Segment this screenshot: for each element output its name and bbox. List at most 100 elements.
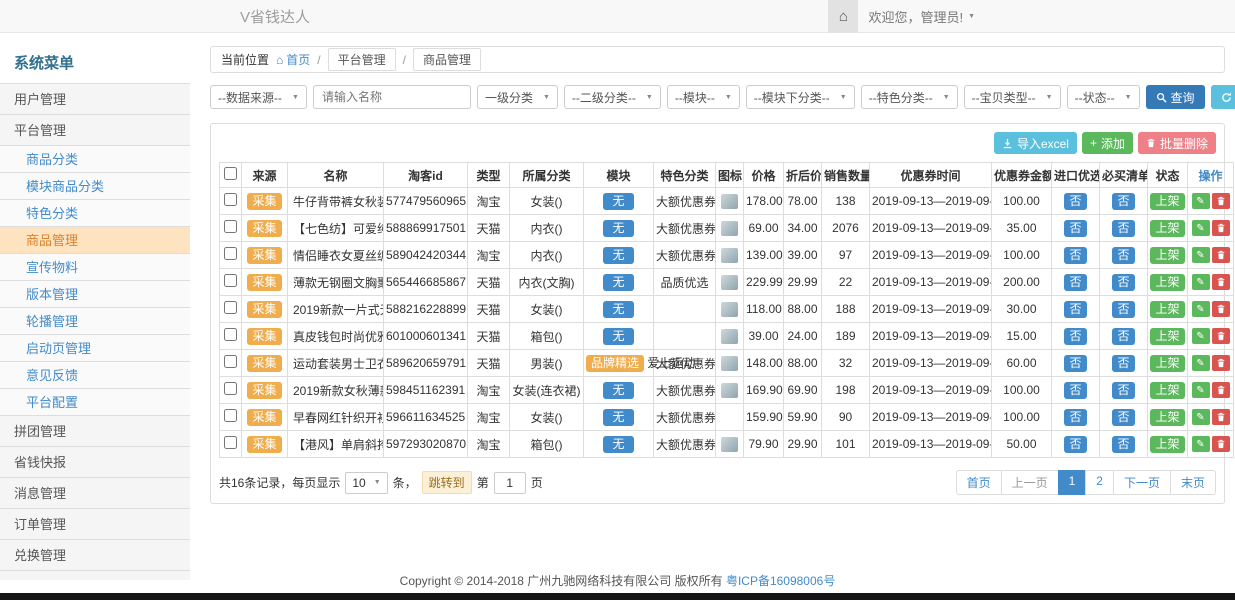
edit-button[interactable]: ✎ xyxy=(1192,247,1210,263)
must-buy-badge[interactable]: 否 xyxy=(1112,220,1134,237)
edit-button[interactable]: ✎ xyxy=(1192,355,1210,371)
status-select[interactable]: --状态--▼ xyxy=(1067,85,1140,109)
status-badge[interactable]: 上架 xyxy=(1150,220,1184,237)
jump-button[interactable]: 跳转到 xyxy=(422,471,472,494)
edit-button[interactable]: ✎ xyxy=(1192,301,1210,317)
row-checkbox[interactable] xyxy=(224,355,237,368)
sidebar-item-16[interactable]: 兑换管理 xyxy=(0,540,190,571)
delete-button[interactable] xyxy=(1212,220,1230,236)
sidebar-item-3[interactable]: 模块商品分类 xyxy=(0,173,190,200)
row-checkbox[interactable] xyxy=(224,220,237,233)
import-select-badge[interactable]: 否 xyxy=(1064,355,1086,372)
import-select-badge[interactable]: 否 xyxy=(1064,436,1086,453)
delete-button[interactable] xyxy=(1212,409,1230,425)
sidebar-item-6[interactable]: 宣传物料 xyxy=(0,254,190,281)
row-checkbox[interactable] xyxy=(224,436,237,449)
sidebar-item-10[interactable]: 意见反馈 xyxy=(0,362,190,389)
page-button-3[interactable]: 2 xyxy=(1085,470,1114,495)
sidebar-item-13[interactable]: 省钱快报 xyxy=(0,447,190,478)
select-all-checkbox[interactable] xyxy=(224,167,237,180)
delete-button[interactable] xyxy=(1212,436,1230,452)
import-select-badge[interactable]: 否 xyxy=(1064,328,1086,345)
page-button-1[interactable]: 上一页 xyxy=(1001,470,1059,495)
row-checkbox[interactable] xyxy=(224,247,237,260)
page-button-4[interactable]: 下一页 xyxy=(1113,470,1171,495)
delete-button[interactable] xyxy=(1212,328,1230,344)
status-badge[interactable]: 上架 xyxy=(1150,355,1184,372)
row-checkbox[interactable] xyxy=(224,301,237,314)
page-number-input[interactable] xyxy=(494,472,526,494)
breadcrumb-home-link[interactable]: ⌂ 首页 xyxy=(276,51,310,68)
import-excel-button[interactable]: 导入excel xyxy=(994,132,1077,154)
delete-button[interactable] xyxy=(1212,355,1230,371)
per-page-select[interactable]: 10 ▼ xyxy=(345,472,387,494)
status-badge[interactable]: 上架 xyxy=(1150,247,1184,264)
edit-button[interactable]: ✎ xyxy=(1192,220,1210,236)
delete-button[interactable] xyxy=(1212,301,1230,317)
level2-category-select[interactable]: --二级分类--▼ xyxy=(564,85,661,109)
home-button[interactable]: ⌂ xyxy=(828,0,858,33)
level1-category-select[interactable]: 一级分类▼ xyxy=(477,85,558,109)
must-buy-badge[interactable]: 否 xyxy=(1112,301,1134,318)
row-checkbox[interactable] xyxy=(224,274,237,287)
import-select-badge[interactable]: 否 xyxy=(1064,409,1086,426)
sidebar-item-5[interactable]: 商品管理 xyxy=(0,227,190,254)
edit-button[interactable]: ✎ xyxy=(1192,382,1210,398)
must-buy-badge[interactable]: 否 xyxy=(1112,382,1134,399)
edit-button[interactable]: ✎ xyxy=(1192,274,1210,290)
icp-link[interactable]: 粤ICP备16098006号 xyxy=(726,574,835,588)
data-source-select[interactable]: --数据来源--▼ xyxy=(210,85,307,109)
page-button-0[interactable]: 首页 xyxy=(956,470,1002,495)
import-select-badge[interactable]: 否 xyxy=(1064,247,1086,264)
must-buy-badge[interactable]: 否 xyxy=(1112,409,1134,426)
page-button-2[interactable]: 1 xyxy=(1058,470,1087,495)
import-select-badge[interactable]: 否 xyxy=(1064,274,1086,291)
delete-button[interactable] xyxy=(1212,382,1230,398)
import-select-badge[interactable]: 否 xyxy=(1064,193,1086,210)
status-badge[interactable]: 上架 xyxy=(1150,274,1184,291)
row-checkbox[interactable] xyxy=(224,409,237,422)
sidebar-item-8[interactable]: 轮播管理 xyxy=(0,308,190,335)
must-buy-badge[interactable]: 否 xyxy=(1112,436,1134,453)
status-badge[interactable]: 上架 xyxy=(1150,301,1184,318)
row-checkbox[interactable] xyxy=(224,328,237,341)
item-type-select[interactable]: --宝贝类型--▼ xyxy=(964,85,1061,109)
edit-button[interactable]: ✎ xyxy=(1192,409,1210,425)
module-select[interactable]: --模块--▼ xyxy=(667,85,740,109)
delete-button[interactable] xyxy=(1212,274,1230,290)
import-select-badge[interactable]: 否 xyxy=(1064,301,1086,318)
import-select-badge[interactable]: 否 xyxy=(1064,382,1086,399)
sidebar-item-0[interactable]: 用户管理 xyxy=(0,84,190,115)
sidebar-item-11[interactable]: 平台配置 xyxy=(0,389,190,416)
must-buy-badge[interactable]: 否 xyxy=(1112,247,1134,264)
breadcrumb-goods[interactable]: 商品管理 xyxy=(413,48,481,71)
sidebar-item-1[interactable]: 平台管理 xyxy=(0,115,190,146)
status-badge[interactable]: 上架 xyxy=(1150,328,1184,345)
module-sub-category-select[interactable]: --模块下分类--▼ xyxy=(746,85,855,109)
delete-button[interactable] xyxy=(1212,247,1230,263)
name-search-input[interactable] xyxy=(313,85,471,109)
edit-button[interactable]: ✎ xyxy=(1192,436,1210,452)
row-checkbox[interactable] xyxy=(224,382,237,395)
sidebar-item-14[interactable]: 消息管理 xyxy=(0,478,190,509)
sidebar-item-15[interactable]: 订单管理 xyxy=(0,509,190,540)
sidebar-item-2[interactable]: 商品分类 xyxy=(0,146,190,173)
reset-button[interactable]: 重置 xyxy=(1211,85,1235,109)
must-buy-badge[interactable]: 否 xyxy=(1112,274,1134,291)
must-buy-badge[interactable]: 否 xyxy=(1112,328,1134,345)
batch-delete-button[interactable]: 批量删除 xyxy=(1138,132,1216,154)
must-buy-badge[interactable]: 否 xyxy=(1112,193,1134,210)
import-select-badge[interactable]: 否 xyxy=(1064,220,1086,237)
row-checkbox[interactable] xyxy=(224,193,237,206)
status-badge[interactable]: 上架 xyxy=(1150,193,1184,210)
edit-button[interactable]: ✎ xyxy=(1192,193,1210,209)
feature-category-select[interactable]: --特色分类--▼ xyxy=(861,85,958,109)
sidebar-item-7[interactable]: 版本管理 xyxy=(0,281,190,308)
edit-button[interactable]: ✎ xyxy=(1192,328,1210,344)
must-buy-badge[interactable]: 否 xyxy=(1112,355,1134,372)
user-menu[interactable]: 欢迎您，管理员! ▼ xyxy=(858,7,985,26)
add-button[interactable]: + 添加 xyxy=(1082,132,1133,154)
delete-button[interactable] xyxy=(1212,193,1230,209)
breadcrumb-platform[interactable]: 平台管理 xyxy=(328,48,396,71)
sidebar-item-4[interactable]: 特色分类 xyxy=(0,200,190,227)
